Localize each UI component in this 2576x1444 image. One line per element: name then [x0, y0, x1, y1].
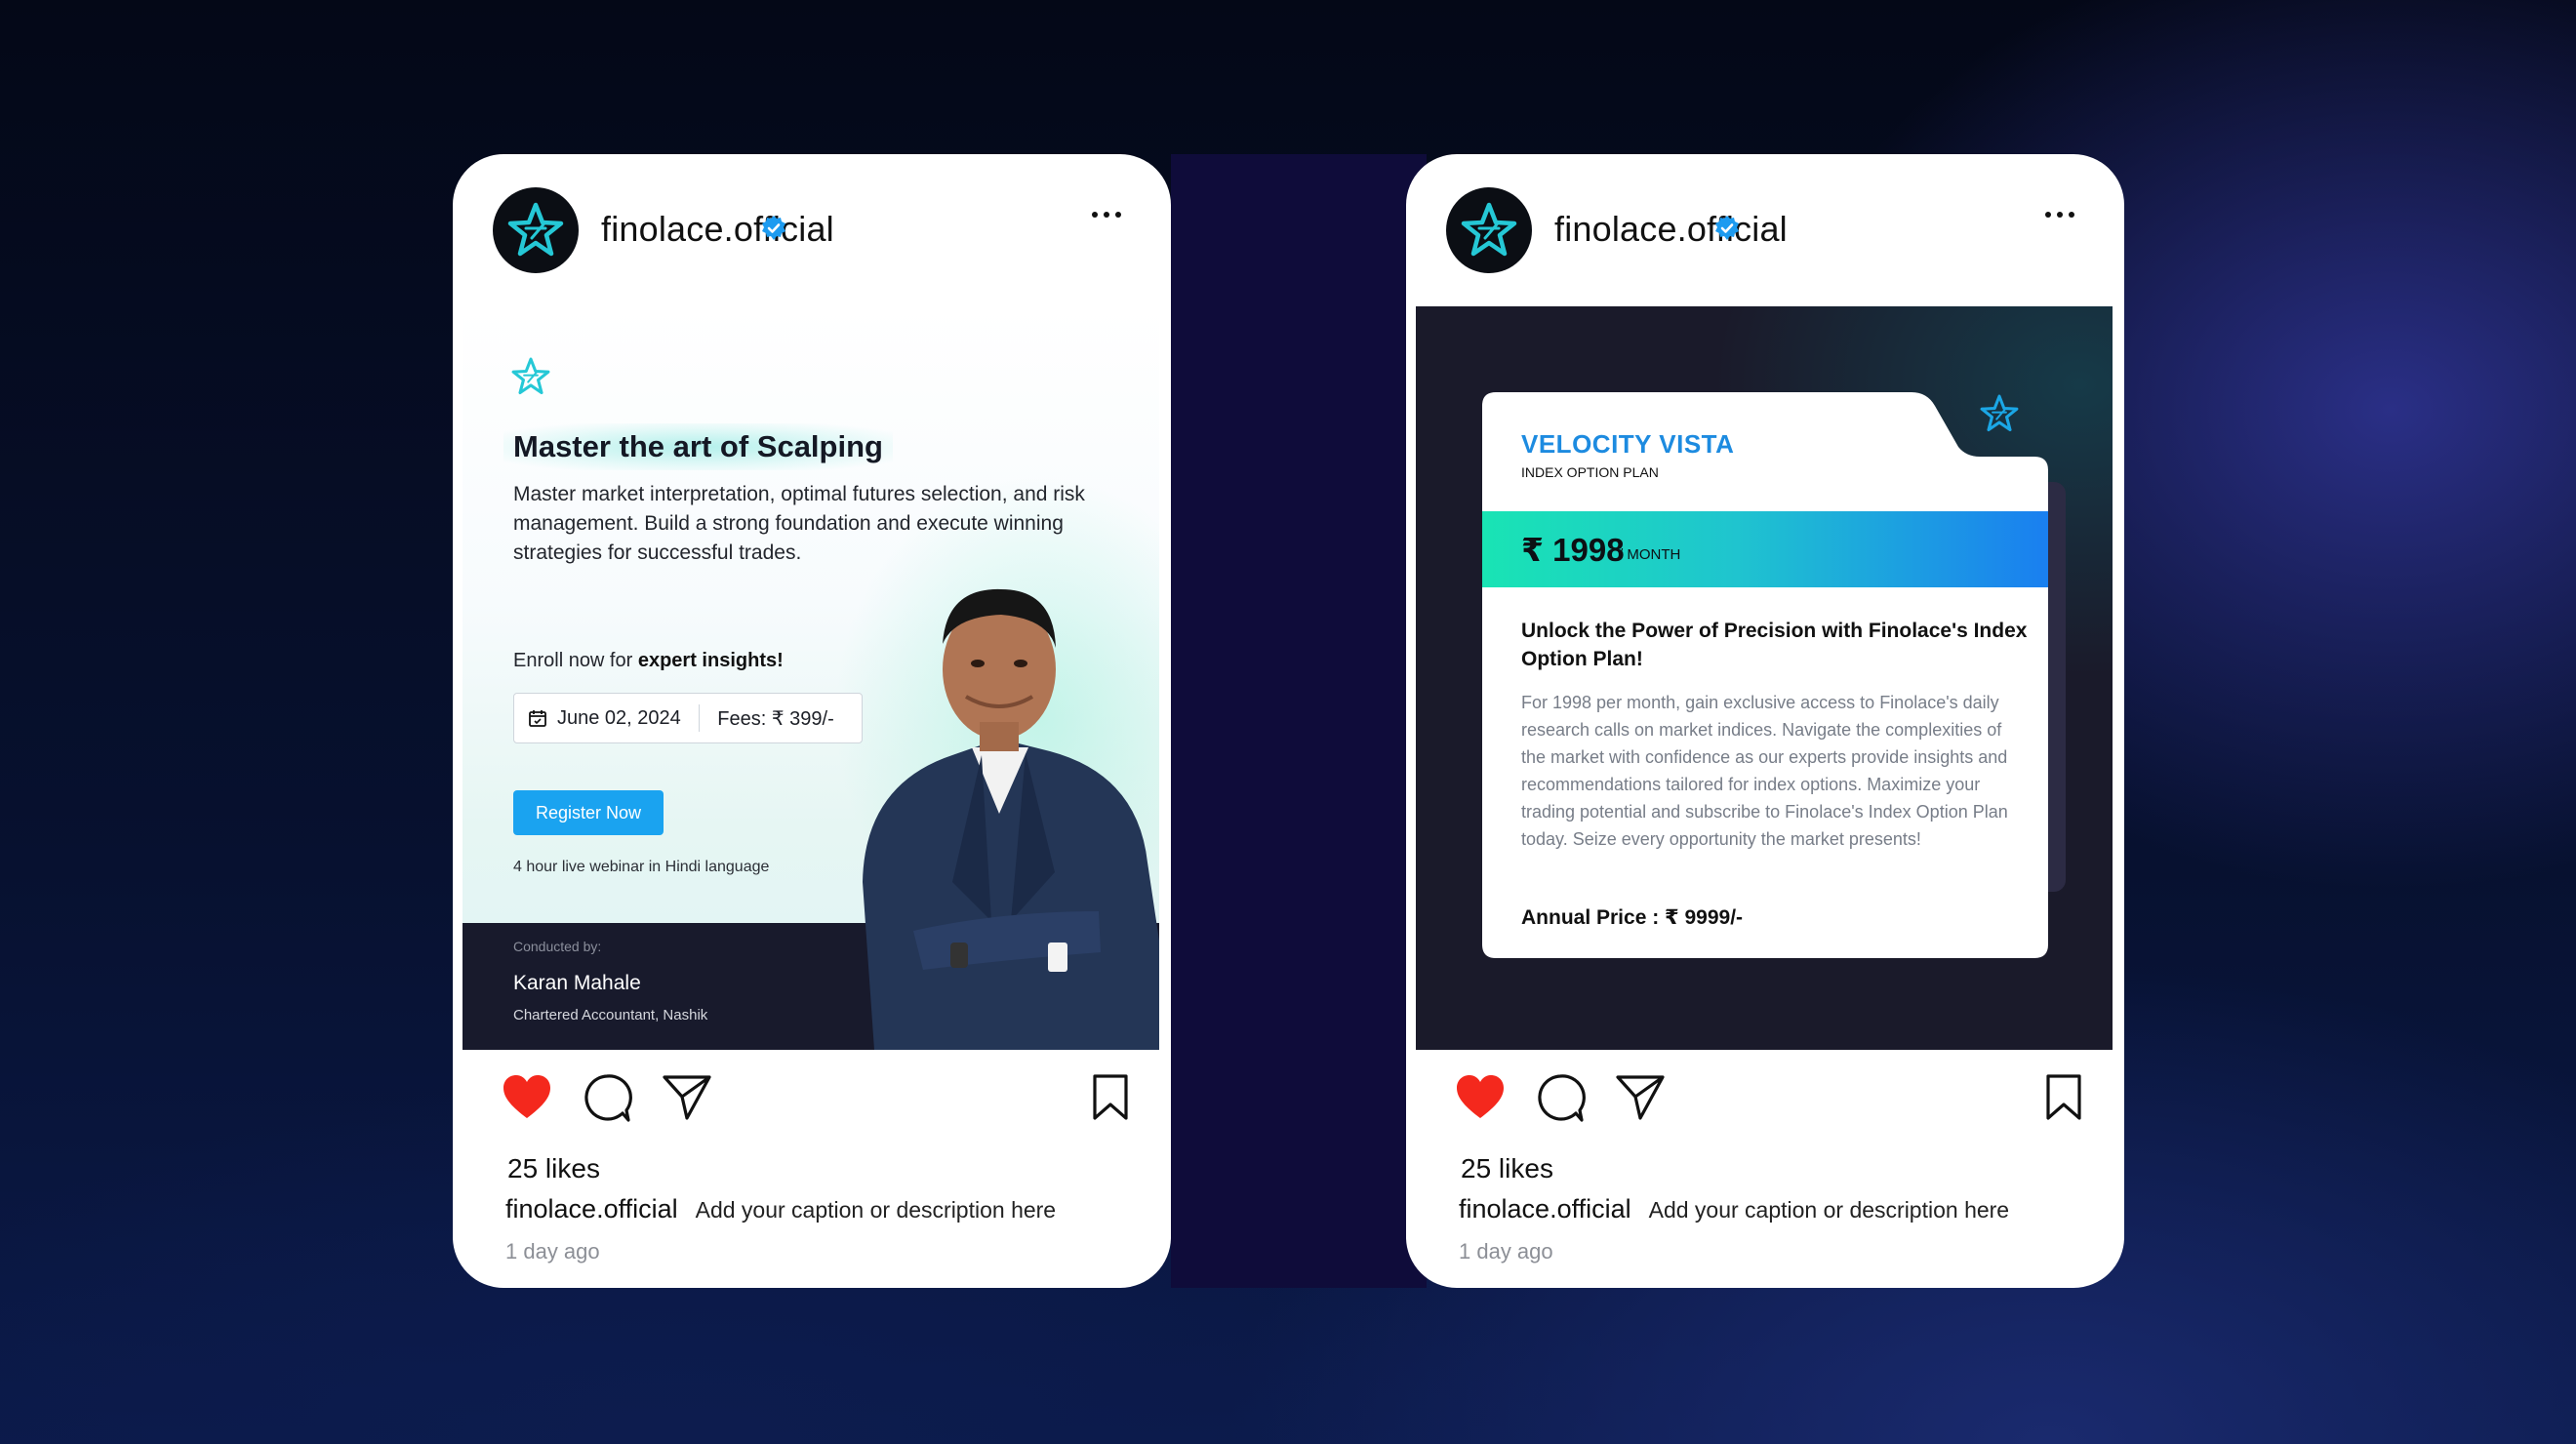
likes-count[interactable]: 25 likes [507, 1153, 600, 1184]
divider [698, 704, 701, 732]
more-icon[interactable] [1092, 205, 1135, 224]
caption-username[interactable]: finolace.official [1459, 1194, 1631, 1223]
presenter-role: Chartered Accountant, Nashik [513, 1007, 708, 1023]
heart-icon[interactable] [1455, 1073, 1506, 1122]
share-icon[interactable] [662, 1073, 712, 1122]
star-logo-icon [511, 357, 550, 395]
star-logo-icon [1461, 202, 1517, 257]
enroll-prefix: Enroll now for [513, 650, 638, 671]
presenter-name: Karan Mahale [513, 972, 641, 994]
calendar-icon [529, 710, 546, 727]
comment-icon[interactable] [1535, 1073, 1586, 1124]
post-timestamp: 1 day ago [505, 1239, 600, 1264]
webinar-note: 4 hour live webinar in Hindi language [513, 859, 770, 875]
more-icon[interactable] [2045, 205, 2088, 224]
caption-text: Add your caption or description here [695, 1197, 1057, 1223]
heart-icon[interactable] [502, 1073, 552, 1122]
event-info-box: June 02, 2024 Fees: ₹ 399/- [513, 693, 863, 743]
plan-body: For 1998 per month, gain exclusive acces… [1521, 693, 2008, 849]
caption-text: Add your caption or description here [1648, 1197, 2010, 1223]
price-band: ₹ 1998 / MONTH [1482, 511, 2048, 587]
conducted-by-label: Conducted by: [513, 939, 602, 954]
plan-card: VELOCITY VISTA INDEX OPTION PLAN ₹ 1998 … [1482, 392, 2048, 958]
presenter-photo [863, 588, 1159, 1050]
account-handle[interactable]: finolace.official [601, 209, 834, 250]
event-fees: Fees: ₹ 399/- [717, 707, 834, 730]
enroll-bold: expert insights! [637, 650, 784, 671]
post-description: Master market interpretation, optimal fu… [513, 483, 1085, 564]
likes-count[interactable]: 25 likes [1461, 1153, 1553, 1184]
plan-subtitle: INDEX OPTION PLAN [1521, 464, 1659, 480]
action-bar [1406, 1073, 2124, 1142]
post-card-2: finolace.official VELOCITY VISTA INDEX O… [1406, 154, 2124, 1288]
bookmark-icon[interactable] [1091, 1073, 1130, 1122]
share-icon[interactable] [1615, 1073, 1666, 1122]
event-date: June 02, 2024 [557, 706, 681, 729]
post-image: Master the art of Scalping Master market… [463, 306, 1159, 1050]
action-bar [453, 1073, 1171, 1142]
price-period: / MONTH [1619, 546, 1681, 563]
post-card-1: finolace.official Master the art of Scal… [453, 154, 1171, 1288]
verified-badge-icon [1715, 216, 1739, 240]
backdrop-panel [1171, 154, 1427, 1288]
plan-name: VELOCITY VISTA [1521, 429, 1735, 459]
post-image: VELOCITY VISTA INDEX OPTION PLAN ₹ 1998 … [1416, 306, 2113, 1050]
avatar[interactable] [493, 187, 579, 273]
caption-line: finolace.official Add your caption or des… [1459, 1194, 2009, 1224]
verified-badge-icon [762, 216, 785, 240]
post-header: finolace.official [1446, 185, 2090, 273]
avatar[interactable] [1446, 187, 1532, 273]
bookmark-icon[interactable] [2044, 1073, 2083, 1122]
caption-username[interactable]: finolace.official [505, 1194, 678, 1223]
caption-line: finolace.official Add your caption or des… [505, 1194, 1056, 1224]
annual-price: Annual Price : ₹ 9999/- [1521, 906, 1744, 929]
star-logo-icon [1980, 394, 2019, 432]
post-timestamp: 1 day ago [1459, 1239, 1553, 1264]
plan-headline: Unlock the Power of Precision with Finol… [1521, 620, 2028, 670]
post-header: finolace.official [493, 185, 1137, 273]
enroll-text: Enroll now for expert insights! [513, 650, 784, 672]
comment-icon[interactable] [582, 1073, 632, 1124]
post-title: Master the art of Scalping [503, 423, 893, 470]
star-logo-icon [507, 202, 564, 257]
register-button[interactable]: Register Now [513, 790, 664, 835]
account-handle[interactable]: finolace.official [1554, 209, 1788, 250]
plan-price: ₹ 1998 [1521, 532, 1625, 568]
